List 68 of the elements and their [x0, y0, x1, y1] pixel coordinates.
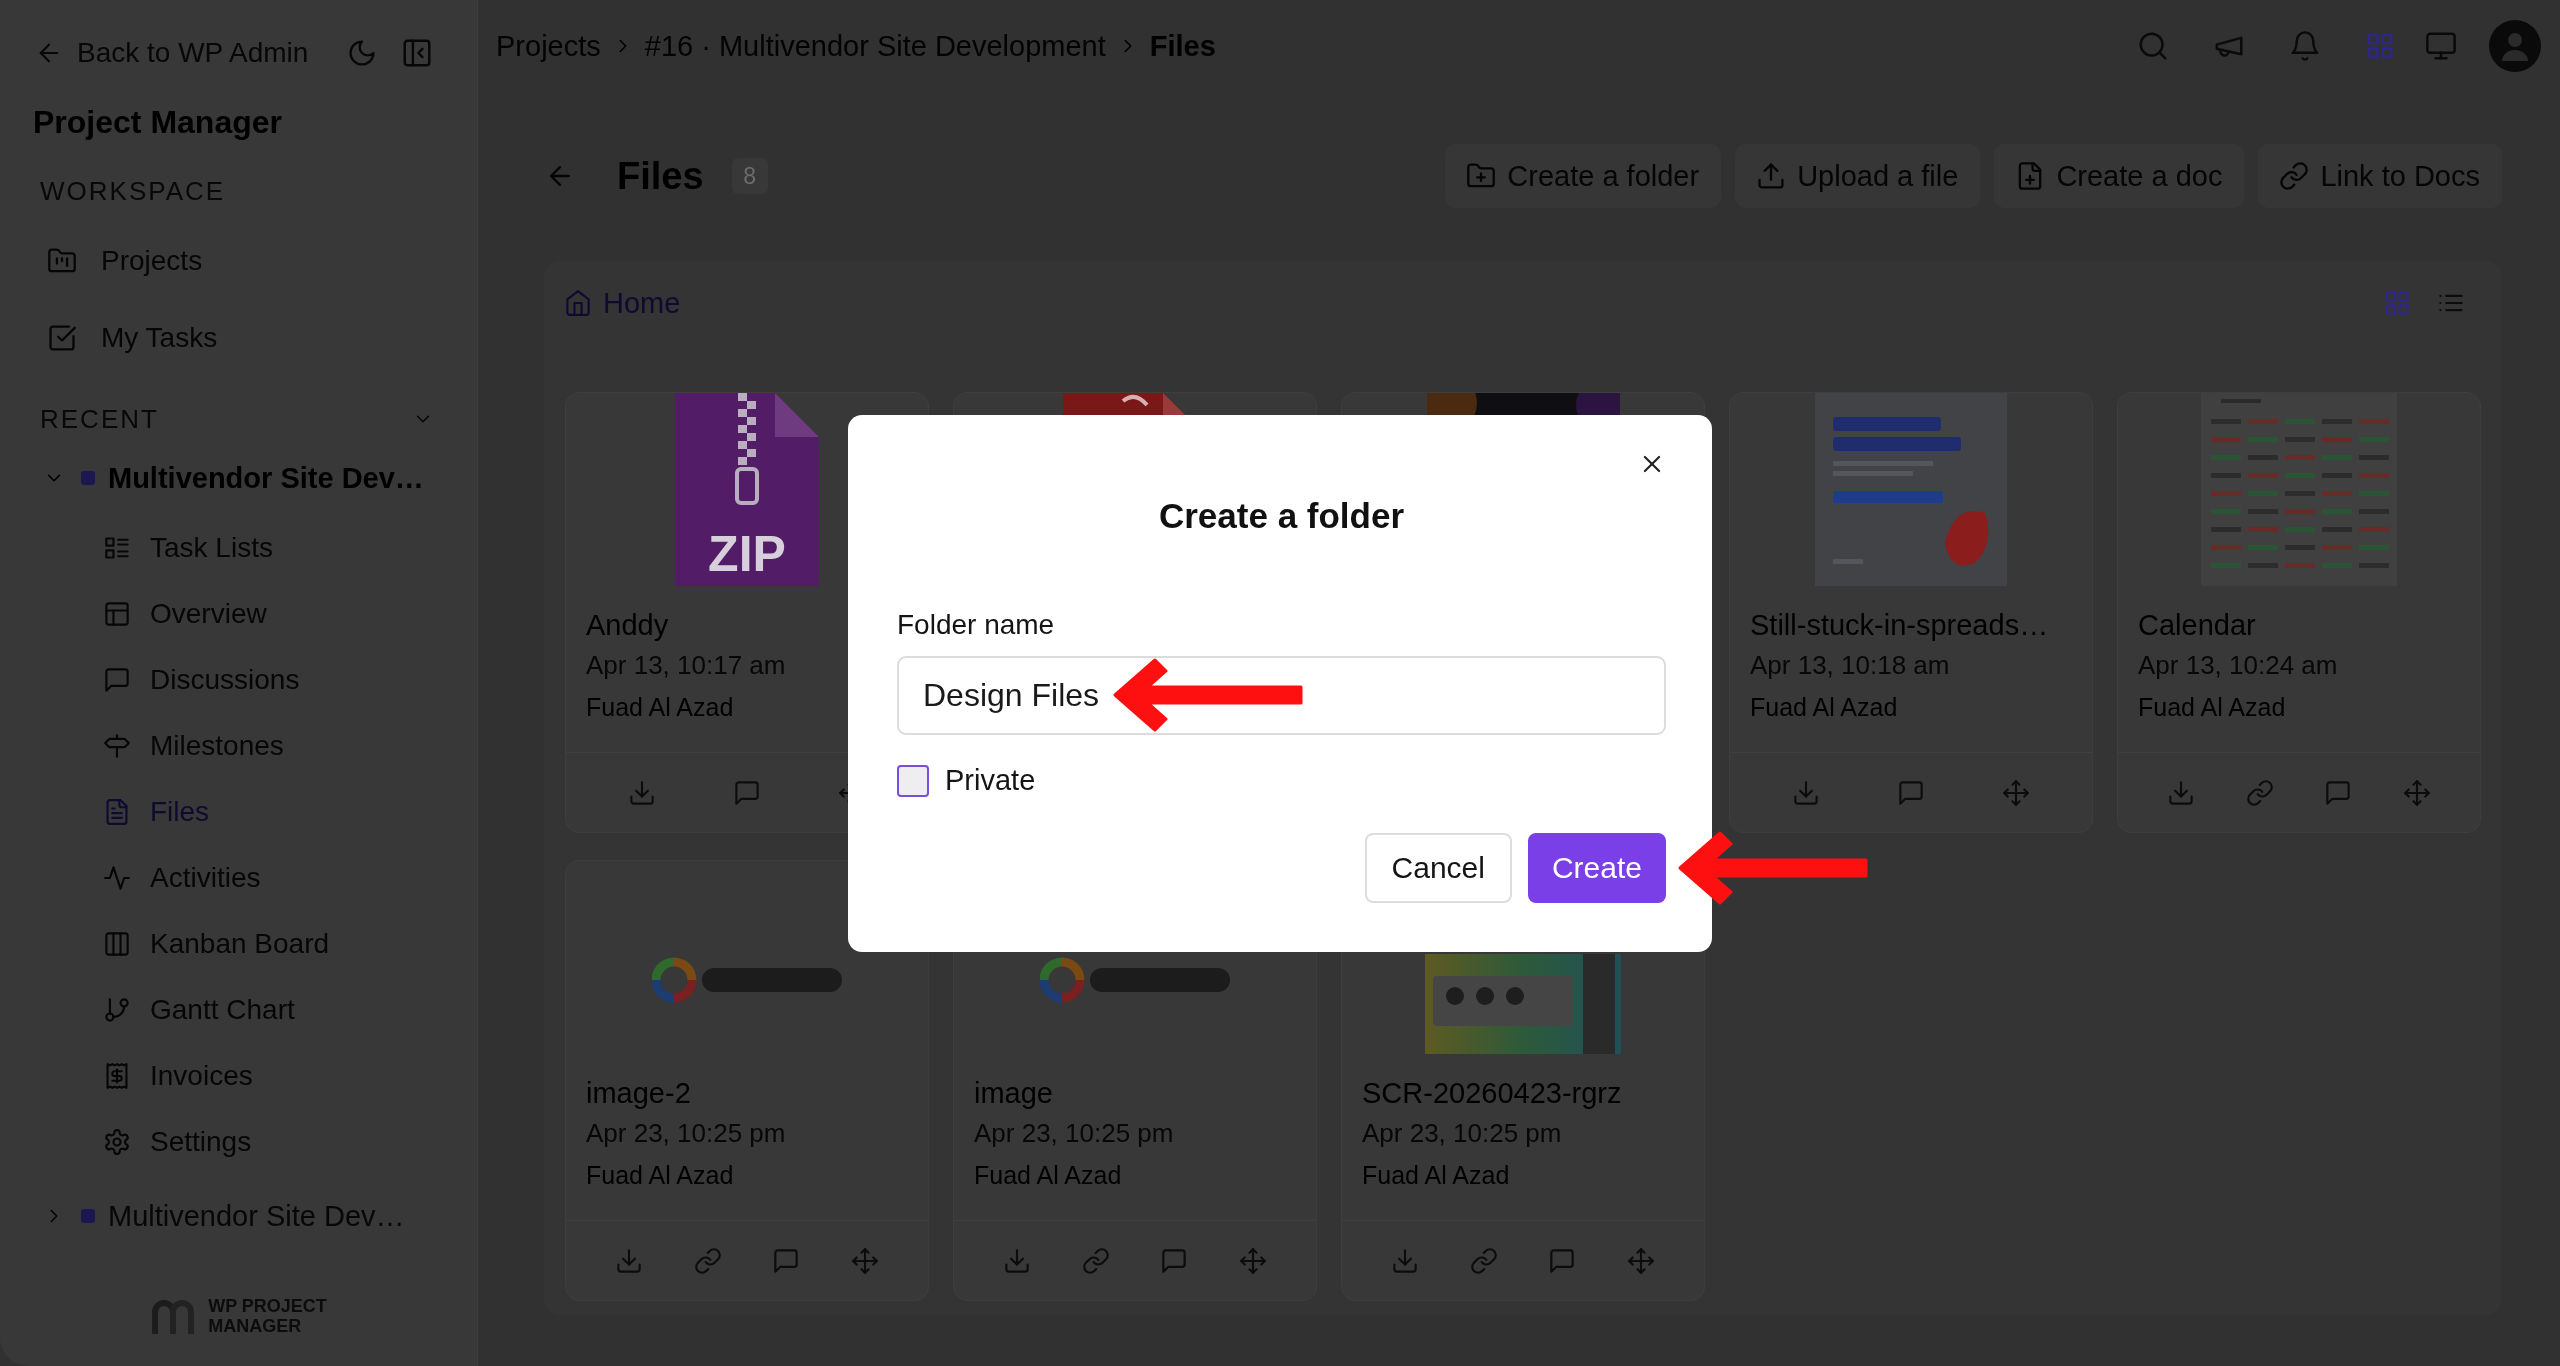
- link-icon[interactable]: [2246, 779, 2273, 806]
- file-name: image-2: [586, 1076, 691, 1111]
- download-icon[interactable]: [629, 779, 656, 806]
- speech-bubble-icon[interactable]: [1898, 779, 1924, 806]
- panel-left-icon[interactable]: [402, 38, 432, 68]
- speech-bubble-icon: [104, 667, 130, 693]
- folder-plus-icon: [1467, 162, 1496, 190]
- download-icon[interactable]: [2168, 779, 2195, 806]
- download-icon[interactable]: [616, 1247, 643, 1274]
- download-icon[interactable]: [1793, 779, 1820, 806]
- dialog-title: Create a folder: [1157, 496, 1406, 535]
- home-icon: [565, 290, 591, 316]
- move-icon[interactable]: [851, 1247, 878, 1274]
- app-title: Project Manager: [33, 103, 283, 142]
- zip-file-icon: ZIP: [675, 393, 819, 586]
- marker-icon: [81, 1209, 95, 1223]
- monitor-icon[interactable]: [2426, 31, 2456, 61]
- download-icon[interactable]: [1004, 1247, 1031, 1274]
- signpost-icon: [104, 733, 130, 759]
- file-name: Still-stuck-in-spreads…: [1750, 608, 2049, 643]
- file-author: Fuad Al Azad: [2138, 692, 2286, 723]
- document-icon: [104, 799, 130, 825]
- file-author: Fuad Al Azad: [586, 1160, 734, 1191]
- file-author: Fuad Al Azad: [1362, 1160, 1510, 1191]
- speech-bubble-icon[interactable]: [734, 779, 760, 806]
- cancel-button[interactable]: Cancel: [1364, 832, 1512, 903]
- bell-icon[interactable]: [2290, 31, 2320, 61]
- move-icon[interactable]: [1239, 1247, 1266, 1274]
- link-icon[interactable]: [694, 1247, 721, 1274]
- search-icon[interactable]: [2138, 31, 2168, 61]
- checkbox-icon: [48, 323, 76, 352]
- settings-icon: [104, 1129, 130, 1155]
- move-icon[interactable]: [1627, 1247, 1654, 1274]
- file-name: Calendar: [2138, 608, 2256, 643]
- moon-icon[interactable]: [348, 39, 376, 67]
- speech-bubble-icon[interactable]: [2325, 779, 2352, 806]
- download-icon[interactable]: [1392, 1247, 1419, 1274]
- list-icon: [104, 535, 130, 561]
- layout-icon: [104, 601, 130, 627]
- pulse-icon: [104, 865, 130, 891]
- branch-icon: [104, 997, 130, 1023]
- speech-bubble-icon[interactable]: [773, 1247, 800, 1274]
- folder-icon: [48, 246, 76, 275]
- file-name: Anddy: [586, 608, 669, 643]
- file-author: Fuad Al Azad: [1750, 692, 1898, 723]
- grid-icon[interactable]: [2366, 32, 2394, 60]
- move-icon[interactable]: [2002, 779, 2029, 806]
- marker-icon: [81, 471, 95, 485]
- project-item[interactable]: Multivendor Site Dev…: [0, 450, 477, 506]
- grid-view-icon[interactable]: [2384, 290, 2410, 316]
- file-author: Fuad Al Azad: [586, 692, 734, 723]
- speech-bubble-icon[interactable]: [1161, 1247, 1188, 1274]
- receipt-icon: [104, 1063, 130, 1089]
- create-button[interactable]: Create: [1527, 832, 1666, 903]
- file-name: image: [974, 1076, 1053, 1111]
- file-author: Fuad Al Azad: [974, 1160, 1122, 1191]
- upload-icon: [1757, 162, 1786, 190]
- move-icon[interactable]: [2403, 779, 2430, 806]
- avatar-icon[interactable]: [2489, 20, 2541, 72]
- speech-bubble-icon[interactable]: [1549, 1247, 1576, 1274]
- link-icon: [2280, 162, 2309, 190]
- folder-name-field[interactable]: Design Files: [897, 655, 1666, 735]
- link-icon[interactable]: [1470, 1247, 1497, 1274]
- link-icon[interactable]: [1082, 1247, 1109, 1274]
- checkbox-label[interactable]: Private: [945, 764, 1036, 797]
- checkbox[interactable]: [897, 764, 929, 797]
- columns-icon: [104, 931, 130, 957]
- file-name: SCR-20260423-rgrz: [1362, 1076, 1622, 1111]
